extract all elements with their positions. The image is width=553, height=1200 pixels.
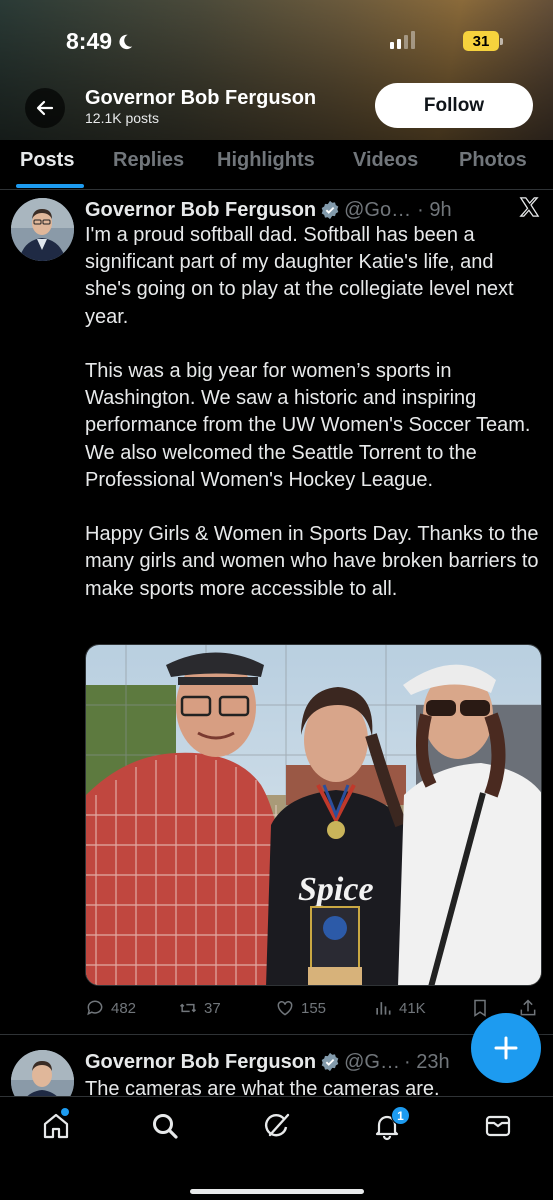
notifications-badge: 1	[391, 1106, 410, 1125]
battery-level: 31	[463, 31, 499, 51]
x-logo-icon	[519, 197, 540, 217]
profile-name: Governor Bob Ferguson	[85, 87, 317, 109]
views-icon	[376, 1002, 391, 1015]
reply-icon	[87, 1000, 103, 1016]
share-icon	[520, 999, 536, 1016]
back-arrow-icon	[36, 100, 54, 116]
tweet-author[interactable]: Governor Bob Ferguson	[85, 199, 316, 222]
like-count: 155	[301, 999, 327, 1017]
moon-icon	[119, 34, 133, 49]
repost-button[interactable]: 37	[178, 998, 221, 1018]
tweet-handle: @Go…	[344, 198, 412, 221]
tab-highlights[interactable]: Highlights	[217, 149, 315, 172]
active-tab-indicator	[16, 184, 84, 188]
tweet-photo[interactable]: Spice	[85, 644, 542, 986]
tweet-text: I'm a proud softball dad. Softball has b…	[85, 224, 539, 600]
home-unread-dot	[61, 1108, 69, 1116]
tweet-header: Governor Bob Ferguson @Go… · 9h	[85, 196, 545, 224]
repost-count: 37	[204, 999, 221, 1017]
tab-posts[interactable]: Posts	[20, 149, 74, 172]
search-icon[interactable]	[150, 1111, 180, 1141]
jersey-text: Spice	[298, 871, 374, 908]
battery-icon: 31	[463, 30, 503, 52]
bookmark-button[interactable]	[470, 998, 490, 1018]
tweet-time: · 23h	[403, 1050, 450, 1073]
tab-photos[interactable]: Photos	[459, 149, 527, 172]
grok-icon[interactable]	[262, 1111, 292, 1141]
status-time: 8:49	[66, 28, 134, 55]
like-icon	[277, 1000, 293, 1016]
verified-icon	[321, 1052, 339, 1072]
tab-replies[interactable]: Replies	[113, 149, 184, 172]
compose-plus-icon	[494, 1036, 518, 1060]
compose-button[interactable]	[471, 1013, 541, 1083]
tab-videos[interactable]: Videos	[353, 149, 418, 172]
like-button[interactable]: 155	[275, 998, 326, 1018]
tweet-time: · 9h	[417, 198, 452, 221]
cellular-signal-icon	[390, 31, 415, 49]
views-button[interactable]: 41K	[373, 998, 426, 1018]
tweet-actions: 482 37 155 41K	[85, 998, 545, 1020]
wifi-icon	[420, 28, 446, 50]
profile-nav-row: Governor Bob Ferguson 12.1K posts Follow	[0, 83, 553, 131]
share-button[interactable]	[518, 998, 538, 1018]
tweet-handle: @G…	[344, 1050, 400, 1073]
back-button[interactable]	[25, 88, 65, 128]
posts-count: 12.1K posts	[85, 110, 159, 126]
home-indicator	[190, 1189, 364, 1194]
bookmark-icon	[474, 999, 486, 1017]
follow-button[interactable]: Follow	[375, 83, 533, 128]
avatar[interactable]	[11, 1050, 74, 1100]
bottom-nav: 1	[0, 1096, 553, 1200]
messages-icon[interactable]	[483, 1111, 513, 1141]
reply-count: 482	[111, 999, 137, 1017]
view-count: 41K	[399, 999, 426, 1017]
profile-tabs: Posts Replies Highlights Videos Photos	[0, 140, 553, 190]
reply-button[interactable]: 482	[85, 998, 136, 1018]
repost-icon	[179, 1003, 197, 1013]
tweet-author[interactable]: Governor Bob Ferguson	[85, 1051, 316, 1074]
time-text: 8:49	[66, 28, 113, 54]
tweet[interactable]: Governor Bob Ferguson @Go… · 9h I'm a pr…	[0, 190, 553, 1035]
verified-icon	[321, 200, 339, 220]
status-bar: 8:49 31	[0, 0, 553, 80]
tweet-header: Governor Bob Ferguson @G… · 23h	[85, 1048, 465, 1076]
avatar[interactable]	[11, 198, 74, 261]
